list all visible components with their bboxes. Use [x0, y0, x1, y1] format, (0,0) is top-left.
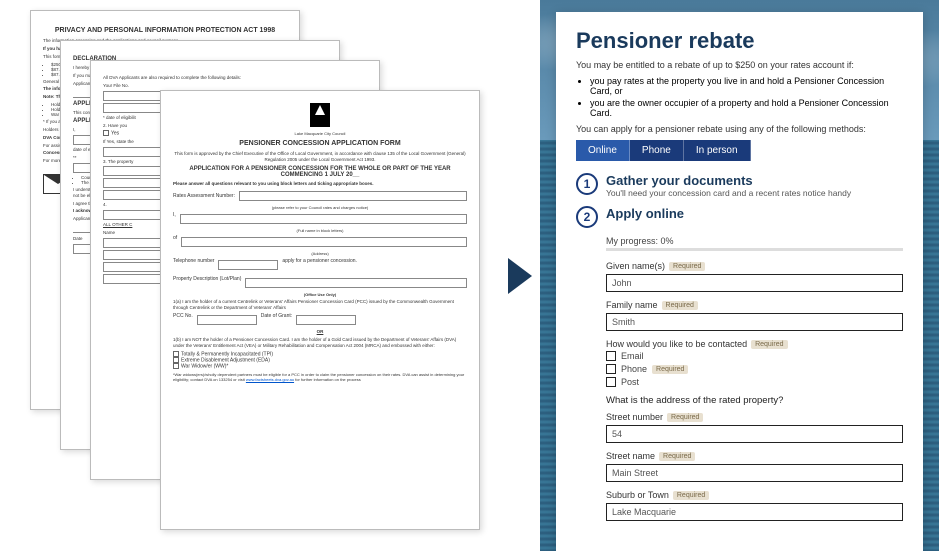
- form-title: PENSIONER CONCESSION APPLICATION FORM: [173, 140, 467, 147]
- page-title: Pensioner rebate: [576, 28, 903, 54]
- suburb-label: Suburb or Town: [606, 490, 669, 500]
- checkbox-post[interactable]: [606, 377, 616, 387]
- tab-online[interactable]: Online: [576, 140, 630, 161]
- paper1-title: PRIVACY AND PERSONAL INFORMATION PROTECT…: [43, 27, 287, 34]
- progress-label: My progress: 0%: [606, 236, 903, 246]
- step-1-title: Gather your documents: [606, 173, 851, 188]
- paper-application-form: Lake Macquarie City Council PENSIONER CO…: [160, 90, 480, 530]
- suburb-input[interactable]: [606, 503, 903, 521]
- street-name-label: Street name: [606, 451, 655, 461]
- tab-phone[interactable]: Phone: [630, 140, 684, 161]
- required-badge: Required: [669, 262, 705, 271]
- method-tabs: Online Phone In person: [576, 140, 903, 161]
- contact-question: How would you like to be contacted: [606, 339, 747, 349]
- family-name-input[interactable]: [606, 313, 903, 331]
- step-number-1: 1: [576, 173, 598, 195]
- council-logo: [310, 103, 330, 127]
- progress-bar: [606, 248, 903, 251]
- intro-text: You may be entitled to a rebate of up to…: [576, 60, 903, 70]
- step-1: 1 Gather your documents You'll need your…: [576, 173, 903, 198]
- rebate-modal: Pensioner rebate You may be entitled to …: [556, 12, 923, 551]
- paper-forms-stack: PRIVACY AND PERSONAL INFORMATION PROTECT…: [0, 0, 500, 551]
- methods-text: You can apply for a pensioner rebate usi…: [576, 124, 903, 134]
- step-number-2: 2: [576, 206, 598, 228]
- checkbox-phone[interactable]: [606, 364, 616, 374]
- arrow-right-icon: [508, 258, 532, 294]
- step-2-title: Apply online: [606, 206, 684, 221]
- tab-in-person[interactable]: In person: [684, 140, 751, 161]
- eligibility-list: you pay rates at the property you live i…: [590, 76, 903, 118]
- step-1-desc: You'll need your concession card and a r…: [606, 188, 851, 198]
- online-form: My progress: 0% Given name(s) Required Fa…: [576, 236, 903, 521]
- family-name-label: Family name: [606, 300, 658, 310]
- transition-arrow: [500, 0, 540, 551]
- given-name-input[interactable]: [606, 274, 903, 292]
- step-2: 2 Apply online: [576, 206, 903, 228]
- online-form-panel: Pensioner rebate You may be entitled to …: [540, 0, 939, 551]
- given-name-label: Given name(s): [606, 261, 665, 271]
- street-number-input[interactable]: [606, 425, 903, 443]
- checkbox-email[interactable]: [606, 351, 616, 361]
- address-question: What is the address of the rated propert…: [606, 395, 903, 406]
- street-name-input[interactable]: [606, 464, 903, 482]
- street-number-label: Street number: [606, 412, 663, 422]
